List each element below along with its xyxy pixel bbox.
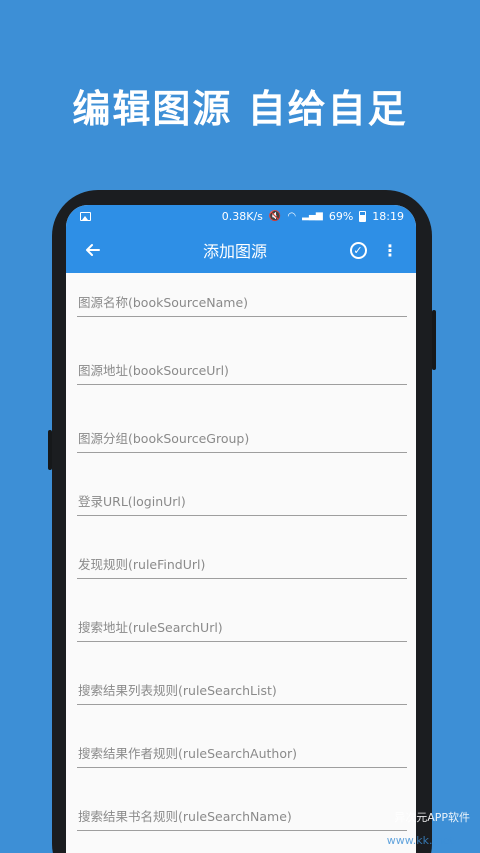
rule-search-name-field	[77, 789, 407, 831]
book-source-url-input[interactable]	[77, 357, 407, 384]
page-title: 添加图源	[202, 242, 267, 261]
rule-search-list-input[interactable]	[77, 677, 407, 704]
login-url-field	[77, 474, 407, 516]
book-source-url-field	[77, 343, 407, 385]
rule-search-url-input[interactable]	[77, 614, 407, 641]
watermark-site: www.kk..net	[386, 834, 454, 847]
arrow-left-icon[interactable]	[76, 234, 108, 266]
book-source-name-field	[77, 283, 407, 317]
headline: 编辑图源 自给自足	[72, 87, 408, 131]
battery-icon	[359, 210, 367, 222]
more-vert-icon[interactable]: ⋮	[374, 234, 406, 266]
rule-search-name-input[interactable]	[77, 803, 407, 830]
login-url-input[interactable]	[77, 488, 407, 515]
battery-percent: 69%	[328, 209, 354, 223]
wifi-icon: ◠	[287, 210, 297, 222]
power-button	[432, 310, 436, 370]
status-bar: 0.38K/s 🔇 ◠ ▂▄▆ 69% 18:19	[66, 205, 416, 227]
mute-icon: 🔇	[268, 210, 282, 222]
rule-find-url-field	[77, 537, 407, 579]
rule-search-url-field	[77, 600, 407, 642]
check-circle-icon: ✓	[349, 241, 367, 259]
book-source-group-field	[77, 411, 407, 453]
phone-screen: 0.38K/s 🔇 ◠ ▂▄▆ 69% 18:19 添加图源 ✓ ⋮	[66, 205, 416, 853]
volume-button	[48, 430, 52, 470]
clock: 18:19	[372, 209, 404, 223]
signal-icon: ▂▄▆	[302, 211, 323, 221]
book-source-name-input[interactable]	[77, 289, 407, 316]
rule-search-author-input[interactable]	[77, 740, 407, 767]
rule-search-author-field	[77, 726, 407, 768]
watermark-text: 异次元APP软件	[394, 811, 470, 824]
rule-search-list-field	[77, 663, 407, 705]
source-form	[66, 273, 416, 853]
rule-find-url-input[interactable]	[77, 551, 407, 578]
image-notification-icon	[80, 211, 91, 221]
app-bar: 添加图源 ✓ ⋮	[66, 227, 416, 273]
book-source-group-input[interactable]	[77, 425, 407, 452]
network-speed: 0.38K/s	[221, 209, 263, 223]
confirm-button[interactable]: ✓	[342, 234, 374, 266]
